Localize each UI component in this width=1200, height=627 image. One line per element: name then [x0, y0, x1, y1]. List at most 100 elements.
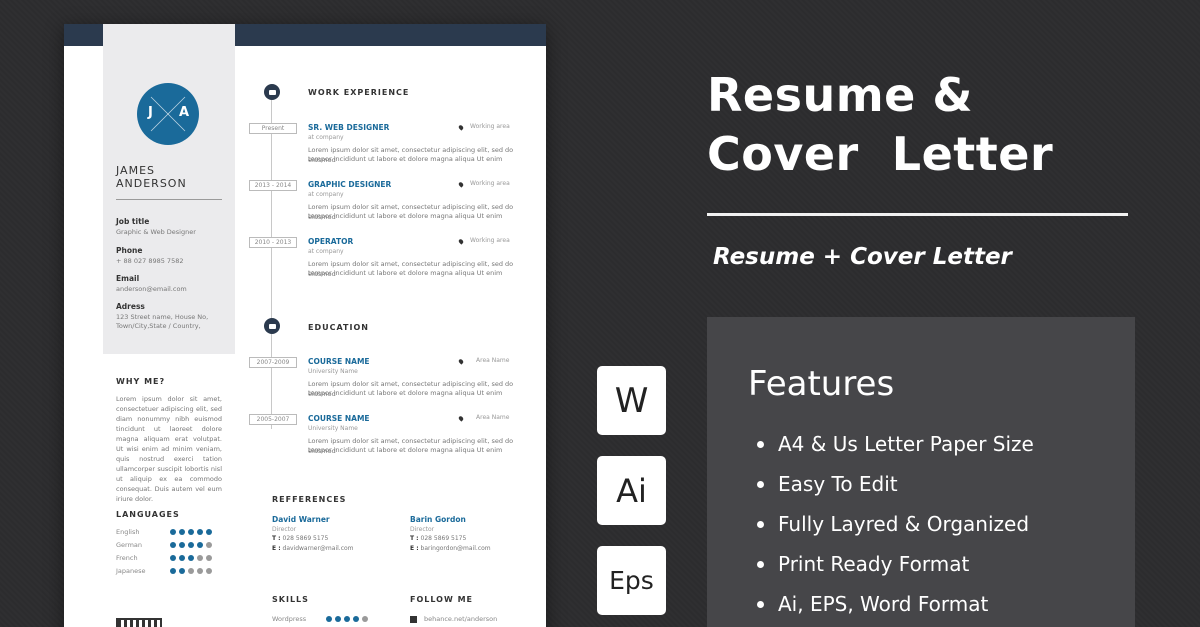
feature-item: Ai, EPS, Word Format — [757, 592, 988, 616]
school-name: University Name — [308, 368, 358, 375]
education-description-line: tempor incididunt ut labore et dolore ma… — [308, 446, 503, 454]
level-dot-empty — [206, 568, 212, 574]
job-description-line: tempor incididunt ut labore et dolore ma… — [308, 269, 503, 277]
reference-phone-label: T : — [272, 535, 281, 542]
timeline-line — [271, 99, 272, 429]
initial-last: A — [179, 105, 190, 120]
bullet-icon — [757, 440, 764, 448]
education-date: 2007-2009 — [249, 357, 297, 368]
level-dot-filled — [170, 529, 176, 535]
qr-code-icon — [116, 618, 162, 627]
education-location: Area Name — [476, 414, 510, 421]
job-title: OPERATOR — [308, 237, 354, 246]
language-level-dots — [170, 555, 212, 561]
ai-format-badge: Ai — [597, 456, 666, 525]
name-first: JAMES — [116, 164, 155, 177]
skill-name: Wordpress — [272, 615, 307, 623]
level-dot-filled — [344, 616, 350, 622]
name-divider — [116, 199, 222, 200]
job-date: Present — [249, 123, 297, 134]
level-dot-filled — [188, 555, 194, 561]
reference-email-value: baringordon@mail.com — [420, 545, 491, 552]
headline-line-2: Cover Letter — [707, 127, 1054, 181]
location-pin-icon — [457, 181, 465, 188]
features-title: Features — [748, 364, 895, 404]
level-dot-empty — [206, 542, 212, 548]
location-pin-icon — [457, 358, 465, 365]
graduation-icon — [264, 318, 280, 334]
reference-name: Barin Gordon — [410, 515, 466, 524]
reference-email-label: E : — [272, 545, 281, 552]
level-dot-empty — [197, 568, 203, 574]
level-dot-empty — [206, 555, 212, 561]
eps-format-badge: Eps — [597, 546, 666, 615]
headline-divider — [707, 213, 1128, 216]
location-pin-icon — [457, 415, 465, 422]
job-company: at company — [308, 191, 344, 198]
job-description-line: tempor incididunt ut labore et dolore ma… — [308, 212, 503, 220]
feature-label: Ai, EPS, Word Format — [778, 592, 989, 616]
reference-role: Director — [410, 526, 435, 533]
language-level-dots — [170, 529, 212, 535]
email-label: Email — [116, 274, 140, 283]
job-title: SR. WEB DESIGNER — [308, 123, 390, 132]
reference-email-label: E : — [410, 545, 419, 552]
location-pin-icon — [457, 238, 465, 245]
why-me-text: Lorem ipsum dolor sit amet, consectetuer… — [116, 395, 222, 503]
feature-label: Easy To Edit — [778, 472, 898, 496]
level-dot-filled — [170, 555, 176, 561]
reference-email: E : baringordon@mail.com — [410, 545, 491, 552]
level-dot-empty — [362, 616, 368, 622]
phone-value: + 88 027 8985 7582 — [116, 257, 184, 265]
skill-level-dots — [326, 616, 368, 622]
level-dot-filled — [179, 568, 185, 574]
level-dot-filled — [179, 555, 185, 561]
education-date: 2005-2007 — [249, 414, 297, 425]
bullet-icon — [757, 520, 764, 528]
location-pin-icon — [457, 124, 465, 131]
language-level-dots — [170, 542, 212, 548]
address-line-1: 123 Street name, House No, — [116, 313, 209, 321]
language-name: English — [116, 528, 140, 536]
subheadline: Resume + Cover Letter — [713, 244, 1012, 270]
bullet-icon — [757, 480, 764, 488]
job-date: 2010 - 2013 — [249, 237, 297, 248]
level-dot-filled — [197, 529, 203, 535]
level-dot-filled — [170, 542, 176, 548]
avatar: J A — [137, 83, 199, 145]
resume-preview: J A JAMES ANDERSON Job title Graphic & W… — [64, 24, 546, 627]
reference-phone-value: 028 5869 5175 — [420, 535, 467, 542]
feature-label: Fully Layred & Organized — [778, 512, 1030, 536]
level-dot-filled — [170, 568, 176, 574]
language-level-dots — [170, 568, 212, 574]
level-dot-filled — [179, 529, 185, 535]
headline-line-1: Resume & — [707, 68, 974, 122]
education-title: EDUCATION — [308, 323, 369, 332]
level-dot-filled — [188, 529, 194, 535]
why-me-title: WHY ME? — [116, 377, 166, 386]
job-company: at company — [308, 248, 344, 255]
education-description-line: tempor incididunt ut labore et dolore ma… — [308, 389, 503, 397]
skills-title: SKILLS — [272, 595, 309, 604]
languages-title: LANGUAGES — [116, 510, 180, 519]
job-date: 2013 - 2014 — [249, 180, 297, 191]
job-description-line: tempor incididunt ut labore et dolore ma… — [308, 155, 503, 163]
reference-email-value: davidwarner@mail.com — [282, 545, 354, 552]
follow-link: behance.net/anderson — [424, 615, 498, 623]
address-label: Adress — [116, 302, 145, 311]
feature-label: A4 & Us Letter Paper Size — [778, 432, 1034, 456]
headline: Resume & Cover Letter — [707, 66, 1053, 184]
reference-phone-label: T : — [410, 535, 419, 542]
behance-icon — [410, 616, 417, 623]
phone-label: Phone — [116, 246, 143, 255]
bullet-icon — [757, 600, 764, 608]
reference-name: David Warner — [272, 515, 330, 524]
language-name: French — [116, 554, 138, 562]
eps-format-label: Eps — [609, 566, 654, 595]
initial-first: J — [148, 105, 153, 120]
resume-name: JAMES ANDERSON — [116, 164, 187, 190]
level-dot-filled — [197, 542, 203, 548]
word-format-badge: W — [597, 366, 666, 435]
feature-item: Fully Layred & Organized — [757, 512, 1029, 536]
reference-role: Director — [272, 526, 297, 533]
